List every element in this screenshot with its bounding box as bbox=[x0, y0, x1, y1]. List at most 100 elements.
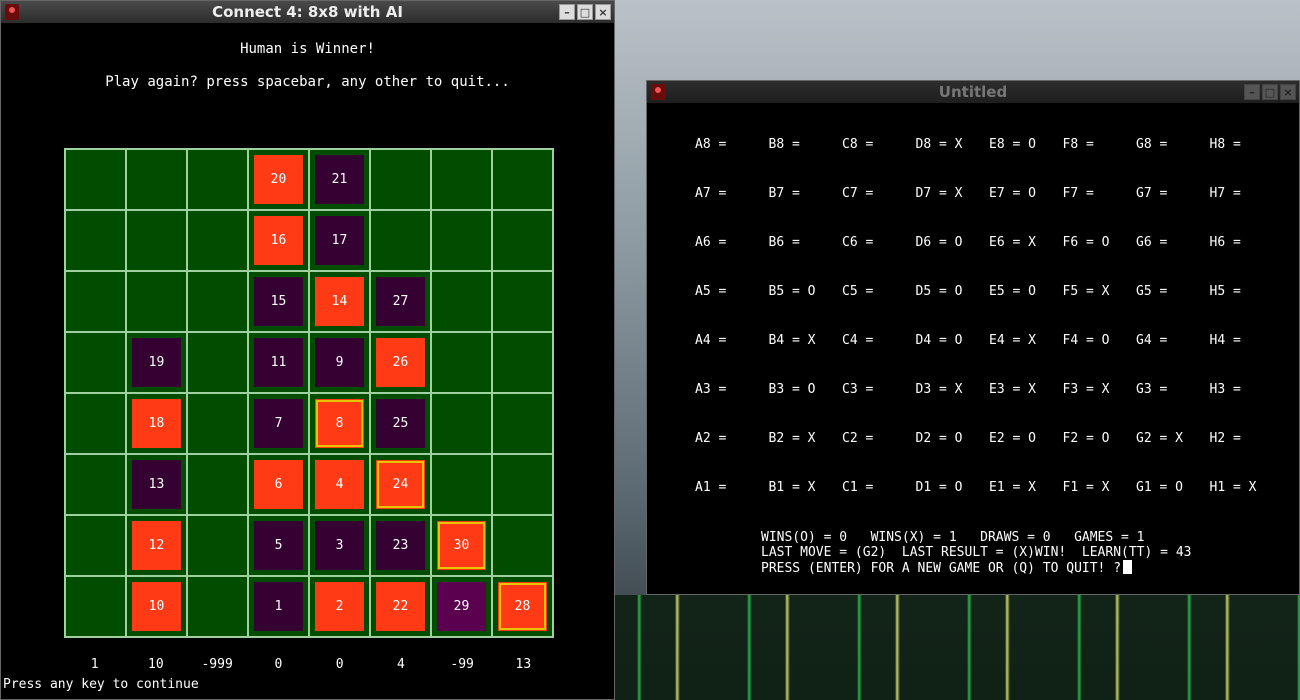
game-piece: 30 bbox=[437, 521, 486, 570]
board-cell[interactable] bbox=[126, 149, 187, 210]
board-cell[interactable] bbox=[65, 332, 126, 393]
board-cell[interactable]: 2 bbox=[309, 576, 370, 637]
close-icon[interactable]: × bbox=[1280, 84, 1296, 100]
board-square: F1 = X bbox=[1062, 480, 1110, 495]
board-cell[interactable]: 20 bbox=[248, 149, 309, 210]
game-piece: 9 bbox=[315, 338, 364, 387]
board-square: G1 = O bbox=[1136, 480, 1183, 495]
board-cell[interactable]: 18 bbox=[126, 393, 187, 454]
board-titlebar[interactable]: Untitled – □ × bbox=[647, 81, 1299, 103]
board-cell[interactable] bbox=[187, 332, 248, 393]
board-cell[interactable]: 4 bbox=[309, 454, 370, 515]
board-cell[interactable] bbox=[431, 454, 492, 515]
board-cell[interactable]: 12 bbox=[126, 515, 187, 576]
board-cell[interactable]: 3 bbox=[309, 515, 370, 576]
board-cell[interactable]: 17 bbox=[309, 210, 370, 271]
board-cell[interactable]: 30 bbox=[431, 515, 492, 576]
connect4-titlebar[interactable]: Connect 4: 8x8 with AI – □ × bbox=[1, 1, 614, 23]
board-cell[interactable] bbox=[431, 210, 492, 271]
board-square: F6 = O bbox=[1062, 235, 1110, 250]
board-cell[interactable]: 25 bbox=[370, 393, 431, 454]
board-cell[interactable]: 14 bbox=[309, 271, 370, 332]
board-cell[interactable] bbox=[187, 454, 248, 515]
board-cell[interactable]: 6 bbox=[248, 454, 309, 515]
board-cell[interactable] bbox=[65, 149, 126, 210]
board-cell[interactable] bbox=[65, 515, 126, 576]
board-cell[interactable]: 5 bbox=[248, 515, 309, 576]
board-cell[interactable]: 22 bbox=[370, 576, 431, 637]
board-square: B1 = X bbox=[768, 480, 816, 495]
board-cell[interactable] bbox=[492, 454, 553, 515]
board-cell[interactable]: 21 bbox=[309, 149, 370, 210]
board-cell[interactable] bbox=[187, 149, 248, 210]
board-cell[interactable] bbox=[65, 454, 126, 515]
game-piece: 21 bbox=[315, 155, 364, 204]
board-cell[interactable]: 8 bbox=[309, 393, 370, 454]
board-cell[interactable]: 1 bbox=[248, 576, 309, 637]
board-cell[interactable] bbox=[187, 271, 248, 332]
board-cell[interactable] bbox=[492, 210, 553, 271]
maximize-icon[interactable]: □ bbox=[577, 4, 593, 20]
app-icon[interactable] bbox=[5, 4, 19, 20]
board-cell[interactable] bbox=[65, 210, 126, 271]
board-cell[interactable] bbox=[492, 149, 553, 210]
board-cell[interactable]: 24 bbox=[370, 454, 431, 515]
minimize-icon[interactable]: – bbox=[1244, 84, 1260, 100]
board-cell[interactable] bbox=[370, 210, 431, 271]
board-cell[interactable] bbox=[492, 332, 553, 393]
board-cell[interactable]: 26 bbox=[370, 332, 431, 393]
board-cell[interactable] bbox=[431, 393, 492, 454]
board-row: A2 = B2 = X C2 = D2 = O E2 = O F2 = O G2 = X H2… bbox=[695, 431, 1283, 480]
board-cell[interactable] bbox=[126, 271, 187, 332]
board-cell[interactable] bbox=[187, 393, 248, 454]
board-square: A4 = bbox=[695, 333, 727, 348]
column-score: 13 bbox=[515, 657, 532, 672]
minimize-icon[interactable]: – bbox=[559, 4, 575, 20]
board-square: H7 = bbox=[1209, 186, 1241, 201]
board-square: D5 = O bbox=[915, 284, 963, 299]
board-square: E4 = X bbox=[989, 333, 1036, 348]
board-cell[interactable] bbox=[370, 149, 431, 210]
board-square: B8 = bbox=[768, 137, 800, 152]
board-cell[interactable] bbox=[187, 576, 248, 637]
game-piece: 5 bbox=[254, 521, 303, 570]
board-cell[interactable]: 9 bbox=[309, 332, 370, 393]
app-icon[interactable] bbox=[651, 84, 665, 100]
board-cell[interactable]: 23 bbox=[370, 515, 431, 576]
board-cell[interactable]: 11 bbox=[248, 332, 309, 393]
column-score: 1 bbox=[90, 657, 99, 672]
board-cell[interactable]: 16 bbox=[248, 210, 309, 271]
board-cell[interactable] bbox=[492, 515, 553, 576]
board-cell[interactable] bbox=[126, 210, 187, 271]
board-cell[interactable] bbox=[65, 271, 126, 332]
board-square: H1 = X bbox=[1209, 480, 1257, 495]
board-cell[interactable] bbox=[431, 332, 492, 393]
board-cell[interactable] bbox=[65, 393, 126, 454]
new-game-prompt[interactable]: PRESS (ENTER) FOR A NEW GAME OR (Q) TO Q… bbox=[761, 560, 1191, 576]
board-cell[interactable]: 15 bbox=[248, 271, 309, 332]
board-square: G4 = bbox=[1136, 333, 1168, 348]
board-row: A7 = B7 = C7 = D7 = X E7 = O F7 = G7 = H7 = bbox=[695, 186, 1283, 235]
board-square: G8 = bbox=[1136, 137, 1168, 152]
board-cell[interactable] bbox=[431, 149, 492, 210]
window-title: Untitled bbox=[938, 83, 1008, 101]
board-cell[interactable] bbox=[187, 210, 248, 271]
board-cell[interactable] bbox=[431, 271, 492, 332]
board-row: A6 = B6 = C6 = D6 = O E6 = X F6 = O G6 = H6 = bbox=[695, 235, 1283, 284]
board-cell[interactable]: 19 bbox=[126, 332, 187, 393]
game-board[interactable]: 20 21 16 17 15 14 27 19 11 9 26 18 7 8 25 13 6 4 24 12 5 3 23 3… bbox=[64, 148, 554, 638]
board-square: A6 = bbox=[695, 235, 727, 250]
board-cell[interactable] bbox=[492, 271, 553, 332]
board-cell[interactable]: 28 bbox=[492, 576, 553, 637]
board-cell[interactable] bbox=[65, 576, 126, 637]
board-cell[interactable] bbox=[492, 393, 553, 454]
board-cell[interactable]: 7 bbox=[248, 393, 309, 454]
maximize-icon[interactable]: □ bbox=[1262, 84, 1278, 100]
close-icon[interactable]: × bbox=[595, 4, 611, 20]
board-cell[interactable] bbox=[187, 515, 248, 576]
board-cell[interactable]: 29 bbox=[431, 576, 492, 637]
board-cell[interactable]: 13 bbox=[126, 454, 187, 515]
board-cell[interactable]: 27 bbox=[370, 271, 431, 332]
board-cell[interactable]: 10 bbox=[126, 576, 187, 637]
board-square: A8 = bbox=[695, 137, 727, 152]
